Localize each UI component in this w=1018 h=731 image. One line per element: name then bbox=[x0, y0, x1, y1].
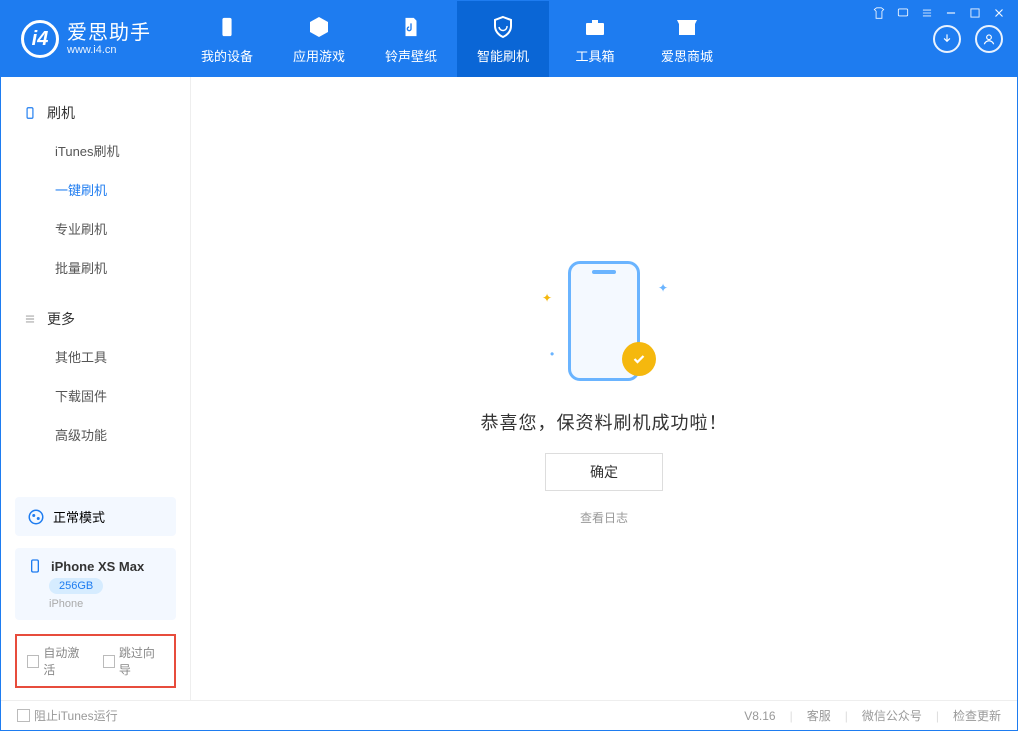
sidebar-item-pro-flash[interactable]: 专业刷机 bbox=[1, 209, 190, 248]
success-illustration: ✦ ✦ • bbox=[534, 251, 674, 391]
device-icon bbox=[23, 106, 37, 120]
store-icon bbox=[674, 14, 700, 40]
tab-label: 爱思商城 bbox=[661, 46, 713, 65]
feedback-icon[interactable] bbox=[896, 6, 910, 23]
device-card[interactable]: iPhone XS Max 256GB iPhone bbox=[15, 548, 176, 620]
window-controls bbox=[872, 6, 1006, 23]
version-label: V8.16 bbox=[744, 709, 775, 723]
mode-label: 正常模式 bbox=[53, 507, 105, 526]
section-title: 刷机 bbox=[47, 103, 75, 123]
minimize-button[interactable] bbox=[944, 6, 958, 23]
check-icon bbox=[622, 342, 656, 376]
device-name: iPhone XS Max bbox=[51, 559, 144, 574]
cube-icon bbox=[306, 14, 332, 40]
ok-button[interactable]: 确定 bbox=[545, 453, 663, 491]
block-itunes-checkbox[interactable]: 阻止iTunes运行 bbox=[17, 707, 118, 724]
auto-activate-checkbox[interactable]: 自动激活 bbox=[27, 644, 89, 678]
device-icon bbox=[214, 14, 240, 40]
tab-store[interactable]: 爱思商城 bbox=[641, 1, 733, 77]
app-logo: i4 爱思助手 www.i4.cn bbox=[21, 20, 151, 58]
header-right bbox=[933, 25, 1007, 53]
tab-label: 铃声壁纸 bbox=[385, 46, 437, 65]
sidebar-section-more: 更多 bbox=[1, 301, 190, 337]
tab-apps-games[interactable]: 应用游戏 bbox=[273, 1, 365, 77]
main-content: ✦ ✦ • 恭喜您，保资料刷机成功啦！ 确定 查看日志 bbox=[191, 77, 1017, 700]
logo-icon: i4 bbox=[21, 20, 59, 58]
footer-link-support[interactable]: 客服 bbox=[807, 707, 831, 724]
sidebar-item-advanced[interactable]: 高级功能 bbox=[1, 415, 190, 454]
flash-options-box: 自动激活 跳过向导 bbox=[15, 634, 176, 688]
tab-my-device[interactable]: 我的设备 bbox=[181, 1, 273, 77]
sidebar-item-oneclick-flash[interactable]: 一键刷机 bbox=[1, 170, 190, 209]
phone-icon bbox=[27, 558, 43, 574]
tab-label: 工具箱 bbox=[575, 46, 614, 65]
mode-icon bbox=[27, 508, 45, 526]
app-title: 爱思助手 bbox=[67, 22, 151, 44]
header-bar: i4 爱思助手 www.i4.cn 我的设备 应用游戏 铃声壁纸 智能刷机 工具… bbox=[1, 1, 1017, 77]
footer-link-wechat[interactable]: 微信公众号 bbox=[862, 707, 922, 724]
sidebar-section-flash: 刷机 bbox=[1, 95, 190, 131]
sidebar-item-other-tools[interactable]: 其他工具 bbox=[1, 337, 190, 376]
music-file-icon bbox=[398, 14, 424, 40]
nav-tabs: 我的设备 应用游戏 铃声壁纸 智能刷机 工具箱 爱思商城 bbox=[181, 1, 733, 77]
sparkle-icon: ✦ bbox=[542, 291, 552, 305]
toolbox-icon bbox=[582, 14, 608, 40]
tab-ringtones-wallpapers[interactable]: 铃声壁纸 bbox=[365, 1, 457, 77]
sidebar: 刷机 iTunes刷机 一键刷机 专业刷机 批量刷机 更多 其他工具 下载固件 … bbox=[1, 77, 191, 700]
shirt-icon[interactable] bbox=[872, 6, 886, 23]
maximize-button[interactable] bbox=[968, 6, 982, 23]
footer-link-update[interactable]: 检查更新 bbox=[953, 707, 1001, 724]
status-bar: 阻止iTunes运行 V8.16 | 客服 | 微信公众号 | 检查更新 bbox=[1, 700, 1017, 730]
sparkle-icon: • bbox=[550, 347, 554, 361]
tab-label: 智能刷机 bbox=[477, 46, 529, 65]
success-message: 恭喜您，保资料刷机成功啦！ bbox=[481, 409, 728, 435]
shield-refresh-icon bbox=[490, 14, 516, 40]
list-icon bbox=[23, 312, 37, 326]
close-button[interactable] bbox=[992, 6, 1006, 23]
tab-smart-flash[interactable]: 智能刷机 bbox=[457, 1, 549, 77]
sparkle-icon: ✦ bbox=[658, 281, 668, 295]
section-title: 更多 bbox=[47, 309, 75, 329]
menu-icon[interactable] bbox=[920, 6, 934, 23]
mode-card[interactable]: 正常模式 bbox=[15, 497, 176, 536]
sidebar-item-itunes-flash[interactable]: iTunes刷机 bbox=[1, 131, 190, 170]
view-log-link[interactable]: 查看日志 bbox=[580, 509, 628, 526]
skip-wizard-checkbox[interactable]: 跳过向导 bbox=[103, 644, 165, 678]
download-button[interactable] bbox=[933, 25, 961, 53]
user-button[interactable] bbox=[975, 25, 1003, 53]
device-type: iPhone bbox=[49, 598, 83, 610]
tab-label: 应用游戏 bbox=[293, 46, 345, 65]
capacity-badge: 256GB bbox=[49, 578, 103, 594]
sidebar-item-download-firmware[interactable]: 下载固件 bbox=[1, 376, 190, 415]
app-url: www.i4.cn bbox=[67, 44, 151, 56]
tab-label: 我的设备 bbox=[201, 46, 253, 65]
tab-toolbox[interactable]: 工具箱 bbox=[549, 1, 641, 77]
sidebar-item-batch-flash[interactable]: 批量刷机 bbox=[1, 248, 190, 287]
